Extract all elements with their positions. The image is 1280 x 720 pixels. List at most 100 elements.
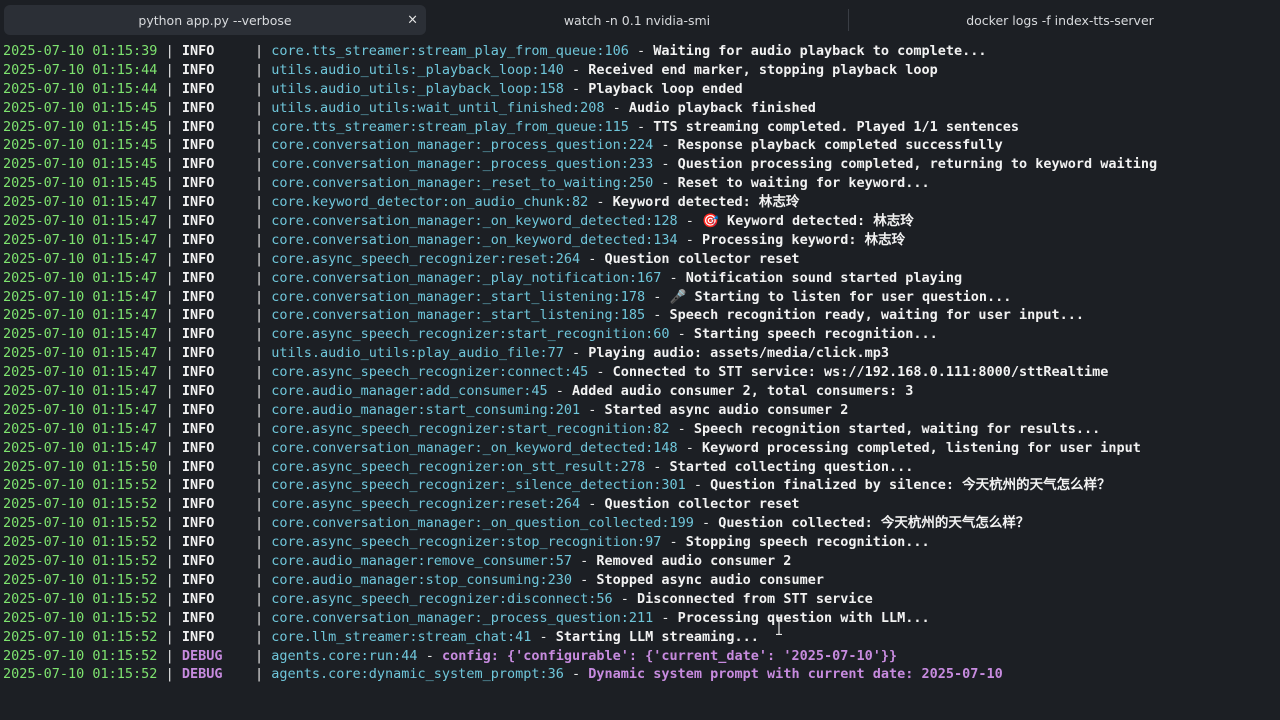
log-source: utils.audio_utils:play_audio_file:77 [271,345,564,362]
log-separator: - [669,326,694,343]
log-separator: | [214,269,272,286]
log-separator: | [157,156,182,173]
log-separator: | [214,99,272,116]
log-source: core.conversation_manager:_start_listeni… [271,288,646,305]
log-separator: | [157,515,182,532]
log-message: Playing audio: assets/media/click.mp3 [588,345,889,362]
log-level: INFO [181,231,215,248]
log-separator: - [685,477,711,494]
tab-bar: python app.py --verbose × watch -n 0.1 n… [0,0,1280,40]
log-separator: | [214,420,272,437]
terminal-output[interactable]: 2025-07-10 01:15:39 | INFO | core.tts_st… [0,42,1280,720]
tab-python-app[interactable]: python app.py --verbose × [4,5,426,35]
log-message: Starting speech recognition... [693,326,938,343]
log-line: 2025-07-10 01:15:44 | INFO | utils.audio… [0,61,1280,80]
log-source: core.conversation_manager:_on_keyword_de… [271,231,678,248]
log-level: INFO [181,383,215,400]
log-timestamp: 2025-07-10 01:15:47 [3,250,158,267]
log-separator: | [222,647,272,664]
log-message: Added audio consumer 2, total consumers:… [571,383,914,400]
log-source: core.audio_manager:add_consumer:45 [271,383,548,400]
log-timestamp: 2025-07-10 01:15:52 [3,647,158,664]
log-line: 2025-07-10 01:15:47 | INFO | core.async_… [0,420,1280,439]
log-line: 2025-07-10 01:15:45 | INFO | utils.audio… [0,99,1280,118]
log-line: 2025-07-10 01:15:52 | INFO | core.async_… [0,533,1280,552]
log-source: agents.core:dynamic_system_prompt:36 [271,666,564,683]
log-source: core.keyword_detector:on_audio_chunk:82 [271,194,589,211]
log-line: 2025-07-10 01:15:47 | INFO | core.audio_… [0,401,1280,420]
log-source: core.async_speech_recognizer:on_stt_resu… [271,458,646,475]
log-separator: | [214,628,272,645]
log-timestamp: 2025-07-10 01:15:47 [3,213,158,230]
log-line: 2025-07-10 01:15:52 | INFO | core.async_… [0,495,1280,514]
log-separator: - [628,43,654,59]
log-timestamp: 2025-07-10 01:15:52 [3,609,158,626]
log-separator: | [157,194,182,211]
log-line: 2025-07-10 01:15:52 | INFO | core.audio_… [0,552,1280,571]
log-source: utils.audio_utils:_playback_loop:140 [271,61,564,78]
log-separator: | [157,43,182,59]
log-level: INFO [181,401,215,418]
log-line: 2025-07-10 01:15:52 | DEBUG | agents.cor… [0,665,1280,684]
log-separator: | [214,61,272,78]
log-timestamp: 2025-07-10 01:15:44 [3,80,158,97]
log-level: INFO [181,590,215,607]
log-line: 2025-07-10 01:15:47 | INFO | core.conver… [0,439,1280,458]
log-line: 2025-07-10 01:15:45 | INFO | core.tts_st… [0,118,1280,137]
log-source: core.conversation_manager:_start_listeni… [271,307,646,324]
log-level: INFO [181,628,215,645]
log-separator: | [157,420,182,437]
log-source: core.async_speech_recognizer:reset:264 [271,496,581,513]
log-separator: | [157,326,182,343]
log-separator: - [563,80,589,97]
log-line: 2025-07-10 01:15:47 | INFO | core.keywor… [0,193,1280,212]
log-message: Keyword processing completed, listening … [702,439,1141,456]
log-message: Question collector reset [604,250,800,267]
log-separator: | [157,496,182,513]
log-source: core.async_speech_recognizer:connect:45 [271,364,589,381]
log-timestamp: 2025-07-10 01:15:47 [3,307,158,324]
log-separator: - [677,439,703,456]
log-timestamp: 2025-07-10 01:15:50 [3,458,158,475]
log-message: Question collector reset [604,496,800,513]
log-message: Question processing completed, returning… [677,156,1158,173]
tab-docker-logs[interactable]: docker logs -f index-tts-server [849,5,1271,35]
log-separator: - [645,307,670,324]
log-timestamp: 2025-07-10 01:15:52 [3,571,158,588]
log-separator: | [157,590,182,607]
log-separator: | [214,553,272,570]
log-separator: | [157,628,182,645]
log-level: INFO [181,534,215,551]
log-level: INFO [181,515,215,532]
log-separator: - [563,61,589,78]
log-message: Processing keyword: 林志玲 [702,231,906,248]
log-level: INFO [181,477,215,494]
log-separator: | [214,80,272,97]
log-separator: | [214,458,272,475]
log-separator: - [571,553,597,570]
log-source: utils.audio_utils:_playback_loop:158 [271,80,564,97]
close-icon[interactable]: × [407,13,418,28]
log-line: 2025-07-10 01:15:47 | INFO | core.async_… [0,250,1280,269]
log-message: Starting LLM streaming... [555,628,759,645]
log-separator: | [214,213,272,230]
log-source: core.conversation_manager:_on_keyword_de… [271,439,678,456]
log-source: core.async_speech_recognizer:disconnect:… [271,590,613,607]
log-level: INFO [181,156,215,173]
tab-nvidia-smi[interactable]: watch -n 0.1 nvidia-smi [426,5,848,35]
log-separator: | [214,477,272,494]
log-line: 2025-07-10 01:15:47 | INFO | core.conver… [0,306,1280,325]
log-level: INFO [181,553,215,570]
log-separator: | [157,231,182,248]
log-source: core.async_speech_recognizer:start_recog… [271,420,670,437]
log-level: DEBUG [181,647,223,664]
log-line: 2025-07-10 01:15:50 | INFO | core.async_… [0,458,1280,477]
log-message: Playback loop ended [588,80,743,97]
log-separator: - [677,231,703,248]
log-separator: | [214,590,272,607]
log-line: 2025-07-10 01:15:47 | INFO | utils.audio… [0,344,1280,363]
log-separator: | [157,80,182,97]
log-separator: | [214,345,272,362]
log-line: 2025-07-10 01:15:52 | DEBUG | agents.cor… [0,647,1280,666]
log-separator: - [661,269,686,286]
